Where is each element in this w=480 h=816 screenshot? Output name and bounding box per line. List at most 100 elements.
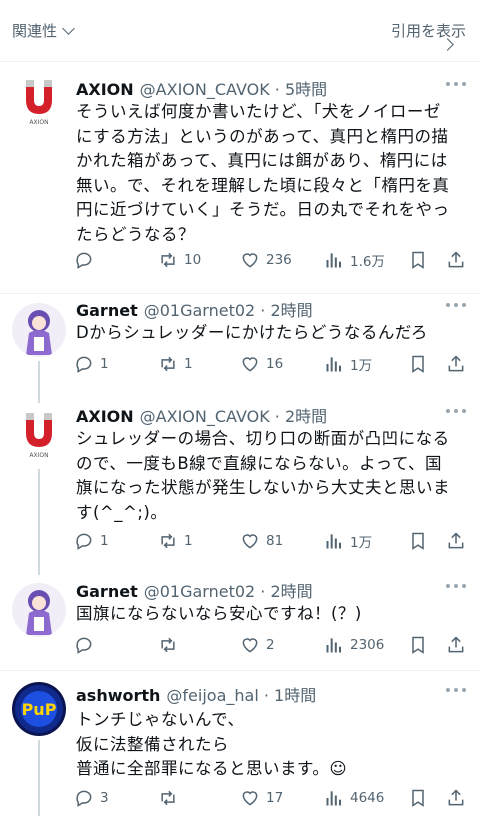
handle-and-time[interactable]: @01Garnet02 · 2時間 — [144, 297, 313, 321]
svg-text:AXION: AXION — [29, 452, 48, 459]
retweet-button[interactable] — [158, 786, 184, 810]
reply-icon — [76, 252, 92, 269]
tweet-text: シュレッダーの場合、切り口の断面が凸凹になる ので、一度もB線で直線にならない。… — [76, 427, 468, 525]
share-button[interactable] — [446, 633, 466, 657]
reply-button[interactable]: 1 — [74, 352, 109, 376]
avatar[interactable] — [12, 583, 66, 637]
display-name[interactable]: Garnet — [76, 301, 138, 320]
like-count: 81 — [266, 533, 284, 549]
views-icon — [326, 791, 341, 806]
views-button[interactable]: 2306 — [324, 633, 384, 657]
views-icon — [326, 253, 341, 268]
bookmark-icon — [412, 251, 424, 269]
views-icon — [326, 357, 341, 372]
chevron-down-icon — [62, 21, 75, 35]
views-button[interactable]: 1万 — [324, 352, 372, 376]
more-icon[interactable] — [446, 584, 466, 590]
bookmark-button[interactable] — [408, 248, 428, 272]
more-icon[interactable] — [446, 688, 466, 694]
tweet[interactable]: Garnet @01Garnet02 · 2時間 国旗にならないなら安心ですね！… — [0, 575, 480, 671]
bookmark-button[interactable] — [408, 529, 428, 553]
tweet-actions: 1 1 16 1万 — [74, 352, 472, 376]
retweet-button[interactable] — [158, 633, 184, 657]
retweet-count: 10 — [184, 252, 202, 268]
reply-sort-bar: 関連性 引用を表示 — [0, 0, 480, 62]
tweet[interactable]: AXION AXION @AXION_CAVOK · 2時間 シュレッダーの場合… — [0, 403, 480, 575]
bookmark-icon — [412, 532, 424, 550]
retweet-count: 1 — [184, 533, 193, 549]
tweet-line: 円に近づけていく」そうだ。日の丸でそれをやっ — [76, 200, 450, 219]
like-button[interactable]: 17 — [240, 786, 283, 810]
reply-count: 1 — [100, 533, 109, 549]
bookmark-button[interactable] — [408, 352, 428, 376]
reply-count: 1 — [100, 356, 109, 372]
bookmark-icon — [412, 355, 424, 373]
reply-button[interactable]: 1 — [74, 529, 109, 553]
tweet-line: トンチじゃないんで、 — [76, 710, 245, 729]
share-icon — [448, 532, 464, 549]
thread-line — [38, 740, 40, 816]
handle-and-time[interactable]: @feijoa_hal · 1時間 — [166, 682, 316, 706]
tweet-actions: 2 2306 — [74, 633, 472, 657]
views-button[interactable]: 1万 — [324, 529, 372, 553]
share-button[interactable] — [446, 248, 466, 272]
bookmark-button[interactable] — [408, 786, 428, 810]
display-name[interactable]: AXION — [76, 407, 134, 426]
handle-and-time[interactable]: @AXION_CAVOK · 5時間 — [140, 76, 327, 100]
more-icon[interactable] — [446, 303, 466, 309]
tweet[interactable]: Garnet @01Garnet02 · 2時間 Dからシュレッダーにかけたらど… — [0, 295, 480, 403]
tweet-text: トンチじゃないんで、 仮に法整備されたら 普通に全部罪になると思います。☺ — [76, 708, 468, 782]
display-name[interactable]: AXION — [76, 80, 134, 99]
avatar[interactable]: PuP — [12, 682, 66, 736]
reply-icon — [76, 637, 92, 654]
view-count: 2306 — [350, 637, 385, 653]
tweet-header: Garnet @01Garnet02 · 2時間 — [76, 578, 313, 602]
reply-button[interactable]: 3 — [74, 786, 109, 810]
avatar[interactable]: AXION — [12, 407, 66, 461]
reply-count: 3 — [100, 790, 109, 806]
tweet-line: 仮に法整備されたら — [76, 734, 229, 754]
retweet-button[interactable]: 1 — [158, 529, 193, 553]
tweet-line: シュレッダーの場合、切り口の断面が凸凹になる — [76, 429, 450, 448]
share-button[interactable] — [446, 352, 466, 376]
reply-button[interactable] — [74, 633, 100, 657]
like-button[interactable]: 81 — [240, 529, 283, 553]
more-icon[interactable] — [446, 82, 466, 88]
handle-and-time[interactable]: @01Garnet02 · 2時間 — [144, 578, 313, 602]
views-button[interactable]: 1.6万 — [324, 248, 385, 272]
bookmark-button[interactable] — [408, 633, 428, 657]
heart-icon — [242, 791, 258, 806]
view-count: 4646 — [350, 790, 385, 806]
reply-icon — [76, 533, 92, 550]
view-count: 1.6万 — [350, 254, 385, 270]
retweet-button[interactable]: 1 — [158, 352, 193, 376]
views-icon — [326, 638, 341, 653]
tweet[interactable]: PuP ashworth @feijoa_hal · 1時間 トンチじゃないんで… — [0, 672, 480, 816]
like-count: 16 — [266, 356, 284, 372]
view-count: 1万 — [350, 358, 373, 374]
tweet-header: AXION @AXION_CAVOK · 5時間 — [76, 76, 327, 100]
views-button[interactable]: 4646 — [324, 786, 384, 810]
reply-button[interactable] — [74, 248, 100, 272]
display-name[interactable]: Garnet — [76, 582, 138, 601]
view-quotes-link[interactable]: 引用を表示 — [391, 20, 466, 51]
tweet-line: Dからシュレッダーにかけたらどうなるんだろ — [76, 323, 428, 342]
tweet-line: 普通に全部罪になると思います。☺ — [76, 759, 348, 778]
avatar[interactable]: AXION — [12, 74, 66, 128]
display-name[interactable]: ashworth — [76, 686, 160, 705]
more-icon[interactable] — [446, 409, 466, 415]
avatar[interactable] — [12, 303, 66, 357]
sort-relevance-dropdown[interactable]: 関連性 — [12, 20, 75, 41]
like-button[interactable]: 2 — [240, 633, 275, 657]
tweet-text: そういえば何度か書いたけど、「犬をノイローゼ にする方法」というのがあって、真円… — [76, 100, 468, 247]
handle-and-time[interactable]: @AXION_CAVOK · 2時間 — [140, 403, 327, 427]
tweet-header: ashworth @feijoa_hal · 1時間 — [76, 682, 316, 706]
like-button[interactable]: 16 — [240, 352, 283, 376]
tweet-actions: 3 17 4646 — [74, 786, 472, 810]
share-button[interactable] — [446, 786, 466, 810]
share-button[interactable] — [446, 529, 466, 553]
like-button[interactable]: 236 — [240, 248, 292, 272]
retweet-button[interactable]: 10 — [158, 248, 201, 272]
tweet[interactable]: AXION AXION @AXION_CAVOK · 5時間 そういえば何度か書… — [0, 62, 480, 294]
tweet-text: 国旗にならないなら安心ですね！(？) — [76, 602, 468, 627]
